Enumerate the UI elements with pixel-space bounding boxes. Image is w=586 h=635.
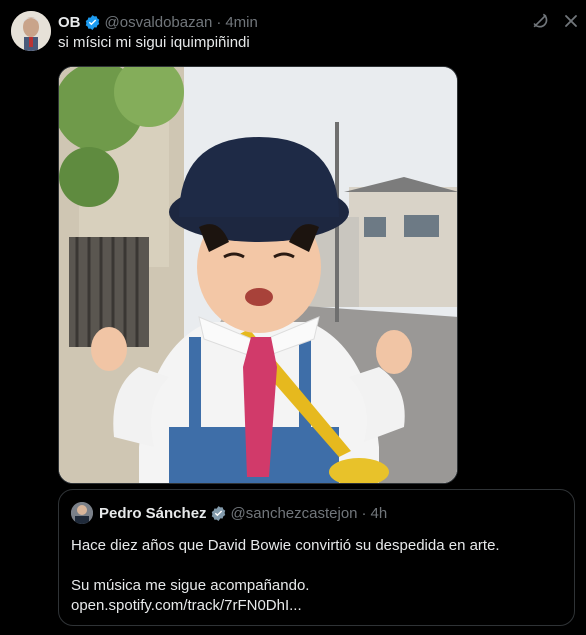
author-handle[interactable]: @osvaldobazan (105, 14, 213, 31)
tweet-text: si mísici mi sigui iquimpiñindi (58, 34, 250, 51)
quoted-tweet[interactable]: Pedro Sánchez @sanchezcastejon · 4h Hace… (58, 489, 575, 626)
quoted-text-spacer (71, 556, 500, 576)
more-menu-icon[interactable] (561, 11, 581, 31)
quoted-author-name[interactable]: Pedro Sánchez (99, 505, 207, 522)
author-name[interactable]: OB (58, 14, 81, 31)
tweet-image[interactable] (58, 66, 458, 484)
quoted-separator-dot: · (361, 504, 367, 522)
quoted-author-avatar[interactable] (71, 502, 93, 524)
tweet-timestamp[interactable]: 4min (225, 14, 258, 31)
separator-dot: · (216, 13, 222, 31)
quoted-text-line-1: Hace diez años que David Bowie convirtió… (71, 537, 500, 554)
quoted-author-handle[interactable]: @sanchezcastejon (231, 505, 358, 522)
author-avatar[interactable] (11, 11, 51, 51)
spotify-link[interactable]: open.spotify.com/track/7rFN0DhI... (71, 596, 500, 616)
verified-badge-icon (84, 14, 101, 31)
quoted-tweet-header: Pedro Sánchez @sanchezcastejon · 4h (71, 502, 387, 524)
quoted-timestamp[interactable]: 4h (371, 505, 388, 522)
grok-icon[interactable] (530, 11, 550, 31)
quoted-tweet-text: Hace diez años que David Bowie convirtió… (71, 536, 500, 616)
quoted-text-line-2: Su música me sigue acompañando. (71, 577, 310, 594)
tweet-header: OB @osvaldobazan · 4min (58, 12, 258, 32)
quoted-verified-badge-icon (210, 505, 227, 522)
